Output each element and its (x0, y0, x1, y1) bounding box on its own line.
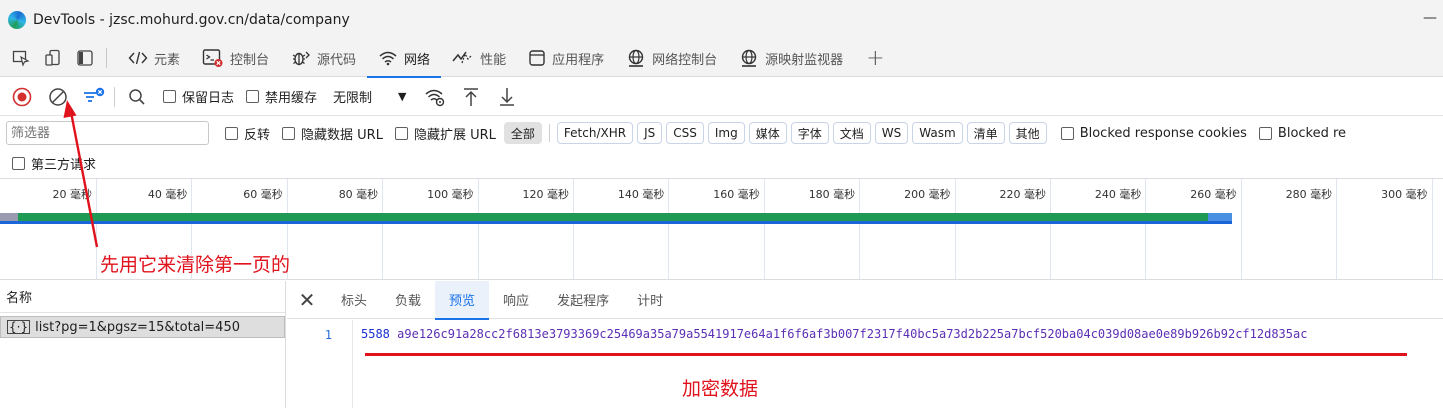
annotation-encrypted-note: 加密数据 (682, 378, 759, 400)
annotation-arrow (63, 100, 99, 248)
annotation-clear-note: 先用它来清除第一页的 (100, 254, 291, 276)
